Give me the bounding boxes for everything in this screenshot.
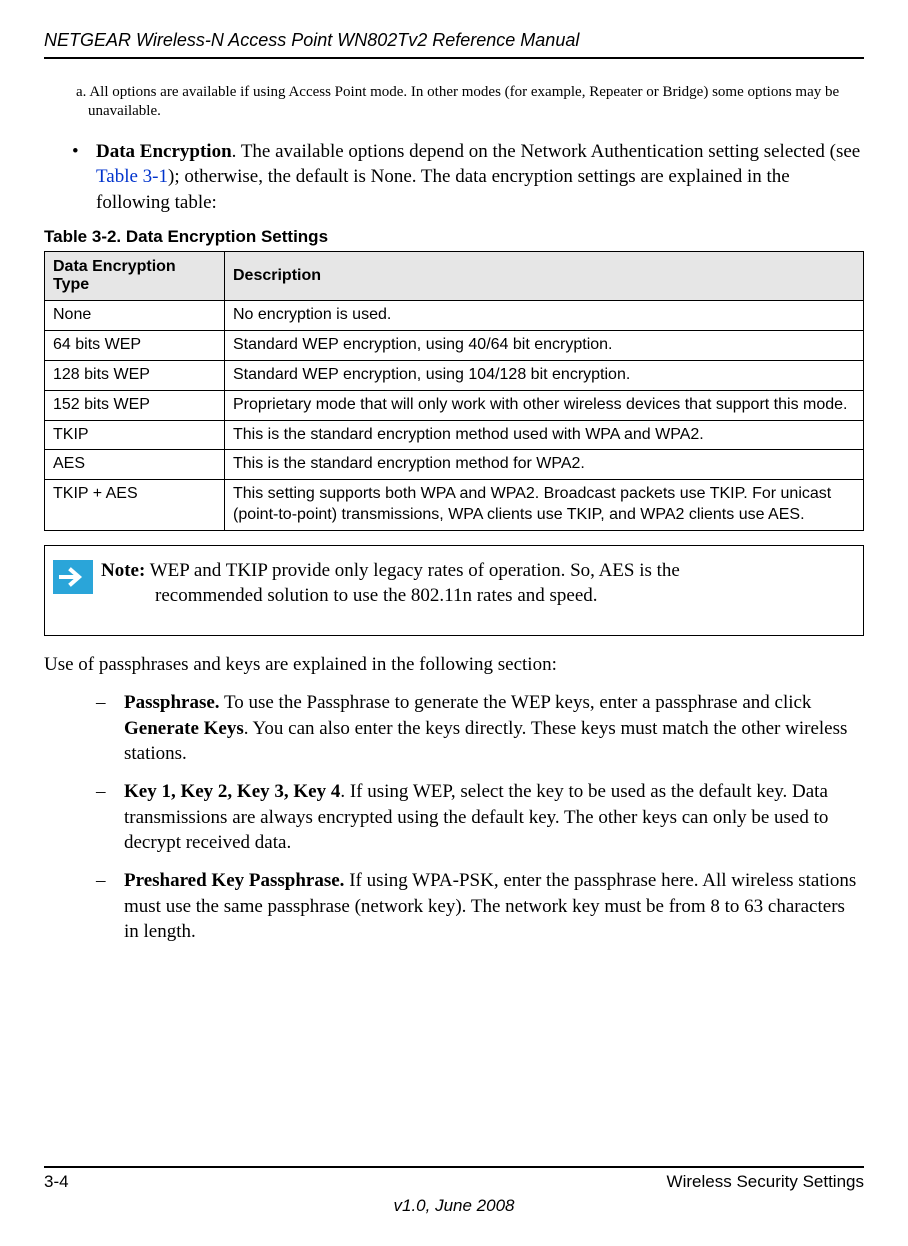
note-box: Note: WEP and TKIP provide only legacy r… <box>44 545 864 636</box>
dash-term: Passphrase. <box>124 692 220 713</box>
footnote-a: a. All options are available if using Ac… <box>76 83 844 121</box>
note-text: Note: WEP and TKIP provide only legacy r… <box>101 558 853 609</box>
footer-row: 3-4 Wireless Security Settings <box>44 1172 864 1192</box>
cell-desc: No encryption is used. <box>225 301 864 331</box>
bullet-marker: • <box>72 139 96 216</box>
dash-marker: – <box>96 779 124 856</box>
table-row: AESThis is the standard encryption metho… <box>45 450 864 480</box>
table-header-row: Data Encryption Type Description <box>45 252 864 301</box>
dash-term: Key 1, Key 2, Key 3, Key 4 <box>124 781 340 802</box>
footer-version: v1.0, June 2008 <box>0 1196 908 1216</box>
footer-divider <box>44 1166 864 1168</box>
note-label: Note: <box>101 560 145 581</box>
dash-body: Passphrase. To use the Passphrase to gen… <box>124 690 864 767</box>
cell-type: 128 bits WEP <box>45 361 225 391</box>
note-line1: WEP and TKIP provide only legacy rates o… <box>145 560 680 581</box>
table-row: 128 bits WEPStandard WEP encryption, usi… <box>45 361 864 391</box>
cell-type: TKIP <box>45 420 225 450</box>
table-caption: Table 3-2. Data Encryption Settings <box>44 227 864 247</box>
dash-marker: – <box>96 868 124 945</box>
cell-desc: Proprietary mode that will only work wit… <box>225 390 864 420</box>
note-line2: recommended solution to use the 802.11n … <box>101 583 853 609</box>
bullet-data-encryption: • Data Encryption. The available options… <box>72 139 864 216</box>
footer-section-name: Wireless Security Settings <box>667 1172 864 1192</box>
cell-type: None <box>45 301 225 331</box>
cell-desc: This is the standard encryption method f… <box>225 450 864 480</box>
dash-item-passphrase: – Passphrase. To use the Passphrase to g… <box>96 690 864 767</box>
dash-bold2: Generate Keys <box>124 718 244 739</box>
bullet-term: Data Encryption <box>96 141 232 162</box>
cell-type: AES <box>45 450 225 480</box>
table-row: TKIPThis is the standard encryption meth… <box>45 420 864 450</box>
cell-type: 152 bits WEP <box>45 390 225 420</box>
passphrase-intro: Use of passphrases and keys are explaine… <box>44 654 864 676</box>
table-row: 152 bits WEPProprietary mode that will o… <box>45 390 864 420</box>
dash-body: Preshared Key Passphrase. If using WPA-P… <box>124 868 864 945</box>
table-header-type: Data Encryption Type <box>45 252 225 301</box>
cell-desc: Standard WEP encryption, using 104/128 b… <box>225 361 864 391</box>
cell-desc: This setting supports both WPA and WPA2.… <box>225 480 864 531</box>
cell-desc: Standard WEP encryption, using 40/64 bit… <box>225 331 864 361</box>
table-row: TKIP + AESThis setting supports both WPA… <box>45 480 864 531</box>
bullet-text-before: . The available options depend on the Ne… <box>232 141 861 162</box>
dash-item-keys: – Key 1, Key 2, Key 3, Key 4. If using W… <box>96 779 864 856</box>
dash-marker: – <box>96 690 124 767</box>
table-header-desc: Description <box>225 252 864 301</box>
header-divider <box>44 57 864 59</box>
cell-type: 64 bits WEP <box>45 331 225 361</box>
data-encryption-table: Data Encryption Type Description NoneNo … <box>44 251 864 530</box>
dash-item-preshared: – Preshared Key Passphrase. If using WPA… <box>96 868 864 945</box>
table-ref-link[interactable]: Table 3-1 <box>96 166 168 187</box>
dash-text1: To use the Passphrase to generate the WE… <box>220 692 812 713</box>
cell-desc: This is the standard encryption method u… <box>225 420 864 450</box>
dash-body: Key 1, Key 2, Key 3, Key 4. If using WEP… <box>124 779 864 856</box>
cell-type: TKIP + AES <box>45 480 225 531</box>
page-number: 3-4 <box>44 1172 69 1192</box>
table-row: NoneNo encryption is used. <box>45 301 864 331</box>
bullet-body: Data Encryption. The available options d… <box>96 139 864 216</box>
dash-term: Preshared Key Passphrase. <box>124 870 344 891</box>
table-row: 64 bits WEPStandard WEP encryption, usin… <box>45 331 864 361</box>
manual-header-title: NETGEAR Wireless-N Access Point WN802Tv2… <box>44 30 864 51</box>
bullet-text-after: ); otherwise, the default is None. The d… <box>96 166 790 213</box>
note-arrow-icon <box>53 560 93 594</box>
